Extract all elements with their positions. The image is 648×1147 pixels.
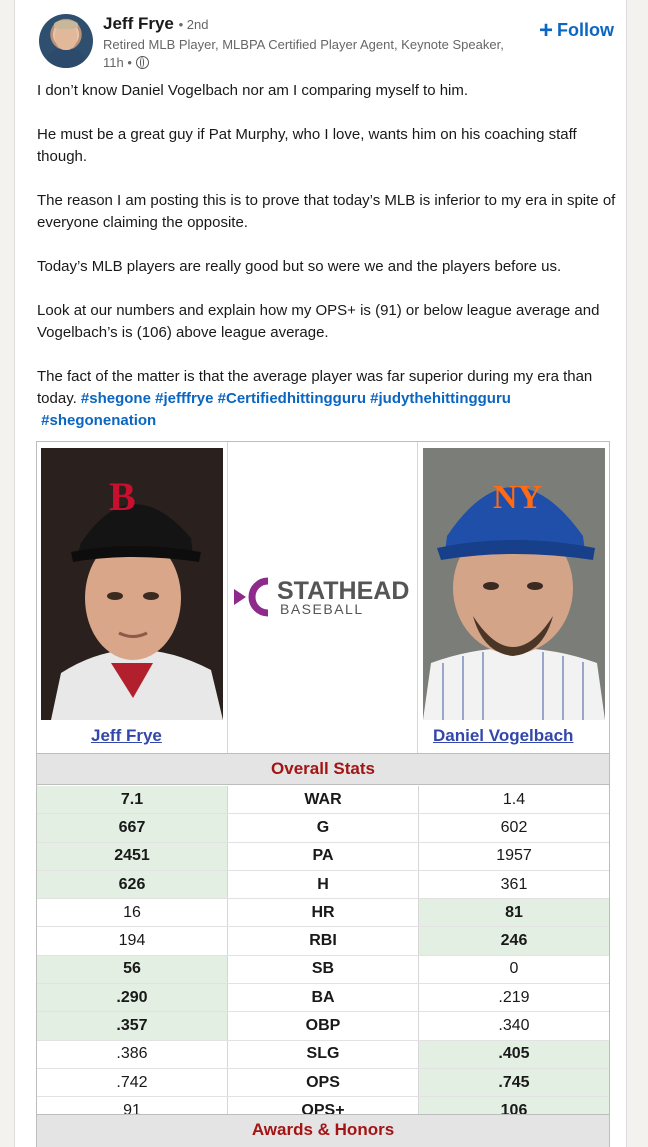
- follow-button[interactable]: + Follow: [539, 16, 615, 44]
- hashtag-link[interactable]: #Certifiedhittingguru: [218, 390, 366, 407]
- stat-value-right: 81: [418, 898, 609, 928]
- stat-value-right: 246: [418, 926, 609, 956]
- stat-row: 194 RBI 246: [37, 926, 609, 956]
- post-paragraph-final: The fact of the matter is that the avera…: [37, 366, 622, 432]
- stat-value-left: 7.1: [37, 786, 228, 815]
- player-link-right[interactable]: Daniel Vogelbach: [433, 726, 573, 746]
- player-link-left[interactable]: Jeff Frye: [91, 726, 162, 746]
- right-rail: [627, 0, 648, 1147]
- stat-label: SB: [227, 955, 419, 985]
- stat-label: RBI: [227, 926, 419, 956]
- author-name-line[interactable]: Jeff Frye • 2nd: [103, 14, 208, 34]
- stat-row: .742 OPS .745: [37, 1068, 609, 1098]
- stat-label: HR: [227, 898, 419, 928]
- stat-row: .290 BA .219: [37, 983, 609, 1013]
- stat-row: 2451 PA 1957: [37, 842, 609, 871]
- stat-value-left: 16: [37, 898, 228, 928]
- stat-value-right: 361: [418, 870, 609, 900]
- hashtag-link[interactable]: #shegonenation: [41, 412, 156, 429]
- plus-icon: +: [539, 16, 554, 44]
- players-header: B Jeff Frye STATHEAD BASEBALL NY Daniel …: [37, 442, 609, 753]
- stat-label: PA: [227, 842, 419, 871]
- player-photo-left: B: [41, 448, 223, 720]
- post-paragraph: I don’t know Daniel Vogelbach nor am I c…: [37, 82, 469, 99]
- stat-label: H: [227, 870, 419, 900]
- post-paragraph: Look at our numbers and explain how my O…: [37, 302, 600, 341]
- svg-text:NY: NY: [493, 479, 542, 516]
- stat-label: BA: [227, 983, 419, 1013]
- hashtag-link[interactable]: #judythehittingguru: [370, 390, 511, 407]
- hashtag-link[interactable]: #shegone: [81, 390, 151, 407]
- stat-row: .357 OBP .340: [37, 1011, 609, 1041]
- stat-value-right: 602: [418, 813, 609, 843]
- stat-row: 667 G 602: [37, 813, 609, 843]
- stat-value-right: .405: [418, 1040, 609, 1069]
- stat-value-left: 56: [37, 955, 228, 985]
- stat-value-right: .340: [418, 1011, 609, 1041]
- stats-table: 7.1 WAR 1.4 667 G 602 2451 PA 1957 626 H 361 16 HR 81 1…: [37, 786, 609, 1126]
- stat-value-left: 194: [37, 926, 228, 956]
- logo-word-bottom: BASEBALL: [280, 601, 364, 617]
- stat-value-right: 0: [418, 955, 609, 985]
- svg-text:B: B: [109, 474, 136, 519]
- post-time: 11h •: [103, 55, 132, 70]
- player-photo-right: NY: [423, 448, 605, 720]
- section-awards: Awards & Honors: [37, 1114, 609, 1147]
- stat-row: 7.1 WAR 1.4: [37, 786, 609, 815]
- post-paragraph: He must be a great guy if Pat Murphy, wh…: [37, 126, 577, 165]
- stat-label: WAR: [227, 786, 419, 815]
- stat-value-right: .745: [418, 1068, 609, 1098]
- stat-row: .386 SLG .405: [37, 1040, 609, 1069]
- stat-value-left: .290: [37, 983, 228, 1013]
- stat-value-left: .386: [37, 1040, 228, 1069]
- section-overall-stats: Overall Stats: [37, 753, 609, 785]
- stat-value-left: 626: [37, 870, 228, 900]
- stathead-logo: STATHEAD BASEBALL: [230, 577, 415, 617]
- stat-value-left: 2451: [37, 842, 228, 871]
- post-paragraph: Today’s MLB players are really good but …: [37, 258, 562, 275]
- globe-icon: [135, 56, 149, 69]
- stat-label: SLG: [227, 1040, 419, 1069]
- stat-row: 16 HR 81: [37, 898, 609, 928]
- post-meta: 11h •: [103, 55, 149, 70]
- stat-value-right: .219: [418, 983, 609, 1013]
- stat-value-left: .742: [37, 1068, 228, 1098]
- post-text: I don’t know Daniel Vogelbach nor am I c…: [37, 80, 622, 432]
- connection-degree: • 2nd: [178, 17, 209, 32]
- stat-label: OBP: [227, 1011, 419, 1041]
- hashtag-link[interactable]: #jefffrye: [155, 390, 213, 407]
- stat-row: 56 SB 0: [37, 955, 609, 985]
- follow-label: Follow: [557, 20, 615, 40]
- stat-row: 626 H 361: [37, 870, 609, 900]
- post-paragraph: The reason I am posting this is to prove…: [37, 192, 616, 231]
- stat-label: OPS: [227, 1068, 419, 1098]
- avatar[interactable]: [39, 14, 93, 68]
- stat-value-left: 667: [37, 813, 228, 843]
- author-name[interactable]: Jeff Frye: [103, 14, 174, 33]
- stat-value-left: .357: [37, 1011, 228, 1041]
- stat-label: G: [227, 813, 419, 843]
- stat-comparison-image[interactable]: B Jeff Frye STATHEAD BASEBALL NY Daniel …: [36, 441, 610, 1147]
- author-headline: Retired MLB Player, MLBPA Certified Play…: [103, 37, 504, 52]
- stat-value-right: 1.4: [418, 786, 609, 815]
- stat-value-right: 1957: [418, 842, 609, 871]
